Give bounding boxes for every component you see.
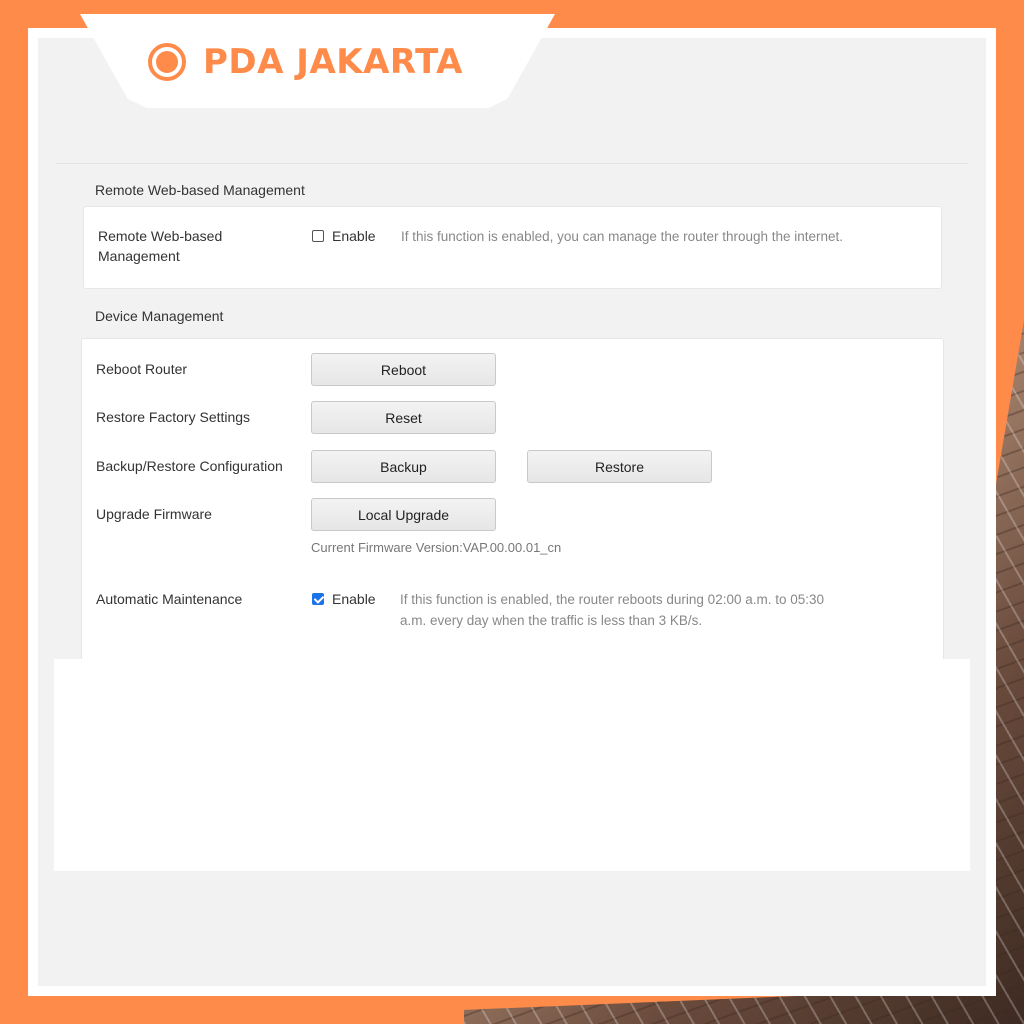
checkbox-unchecked-icon[interactable] — [312, 230, 324, 242]
maintenance-enable-checkbox[interactable]: Enable — [312, 591, 376, 607]
blank-overlay — [54, 659, 970, 871]
remote-section-title: Remote Web-based Management — [95, 182, 305, 198]
brand-circle-icon — [148, 43, 186, 81]
checkbox-checked-icon[interactable] — [312, 593, 324, 605]
reset-button[interactable]: Reset — [311, 401, 496, 434]
reset-label: Restore Factory Settings — [96, 409, 251, 425]
backup-button[interactable]: Backup — [311, 450, 496, 483]
header-divider — [56, 163, 968, 164]
restore-button[interactable]: Restore — [527, 450, 712, 483]
maintenance-label: Automatic Maintenance — [96, 591, 243, 607]
reboot-label: Reboot Router — [96, 361, 188, 377]
upgrade-label: Upgrade Firmware — [96, 506, 212, 522]
remote-label: Remote Web-based Management — [98, 228, 223, 264]
remote-enable-checkbox[interactable]: Enable — [312, 228, 376, 244]
remote-help-text: If this function is enabled, you can man… — [401, 229, 844, 244]
backup-restore-label: Backup/Restore Configuration — [96, 458, 283, 474]
reboot-button[interactable]: Reboot — [311, 353, 496, 386]
device-section-title: Device Management — [95, 308, 224, 324]
maintenance-enable-label: Enable — [332, 591, 376, 607]
local-upgrade-button[interactable]: Local Upgrade — [311, 498, 496, 531]
remote-enable-label: Enable — [332, 228, 376, 244]
maintenance-help-text: If this function is enabled, the router … — [400, 592, 825, 628]
firmware-version-text: Current Firmware Version:VAP.00.00.01_cn — [311, 540, 562, 555]
brand-logo: PDA JAKARTA — [148, 38, 463, 86]
brand-name: PDA JAKARTA — [203, 42, 463, 82]
